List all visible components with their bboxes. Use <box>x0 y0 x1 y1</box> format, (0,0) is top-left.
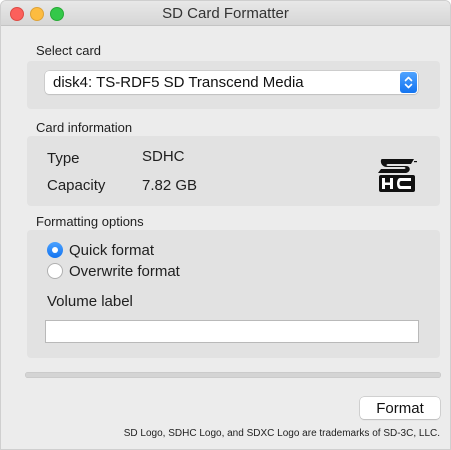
format-button[interactable]: Format <box>360 397 440 419</box>
capacity-value: 7.82 GB <box>142 177 198 194</box>
chevron-updown-icon[interactable] <box>400 72 417 93</box>
formatting-options-label: Formatting options <box>36 214 144 229</box>
quick-format-radio-row[interactable]: Quick format <box>47 240 154 260</box>
app-window: SD Card Formatter Select card disk4: TS-… <box>0 0 451 450</box>
volume-label-field[interactable] <box>45 320 419 343</box>
quick-format-label[interactable]: Quick format <box>69 242 154 259</box>
volume-label-label: Volume label <box>47 293 133 310</box>
window-title: SD Card Formatter <box>162 5 289 22</box>
title-bar: SD Card Formatter <box>1 1 450 26</box>
card-information-label: Card information <box>36 120 133 135</box>
capacity-label: Capacity <box>47 177 106 194</box>
overwrite-format-radio[interactable] <box>47 263 63 279</box>
format-progress-bar <box>25 372 441 378</box>
card-select-value: disk4: TS-RDF5 SD Transcend Media <box>53 74 304 91</box>
type-label: Type <box>47 150 80 167</box>
select-card-label: Select card <box>36 43 102 58</box>
sdhc-logo <box>378 159 417 192</box>
trademark-notice: SD Logo, SDHC Logo, and SDXC Logo are tr… <box>123 428 440 439</box>
card-select[interactable]: disk4: TS-RDF5 SD Transcend Media <box>45 71 418 94</box>
overwrite-format-label[interactable]: Overwrite format <box>69 263 180 280</box>
type-value: SDHC <box>142 148 185 165</box>
quick-format-radio[interactable] <box>47 242 63 258</box>
overwrite-format-radio-row[interactable]: Overwrite format <box>47 261 180 281</box>
